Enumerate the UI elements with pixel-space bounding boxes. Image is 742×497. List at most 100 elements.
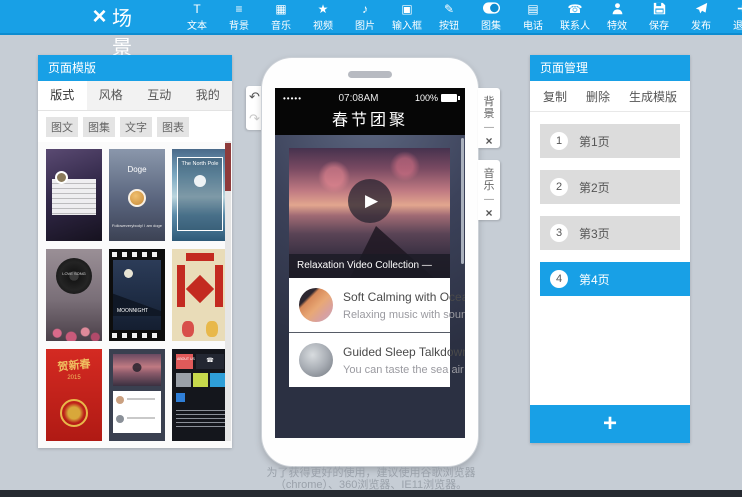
film-holes xyxy=(112,333,162,338)
tool-label: 背景 xyxy=(229,17,249,32)
page-item-3[interactable]: 3 第3页 xyxy=(540,216,680,250)
close-icon[interactable]: × xyxy=(485,135,492,147)
tool-image[interactable]: ♪ 图片 xyxy=(344,2,386,32)
template-cny-red[interactable]: 贺新春 2015 xyxy=(46,349,102,441)
grid-icon: ▦ xyxy=(275,2,286,16)
pages-panel-title: 页面管理 xyxy=(530,55,690,81)
layer-tab-music: 音乐 — × xyxy=(478,160,500,220)
tool-label: 电话 xyxy=(523,17,543,32)
templates-filters: 图文 图集 文字 图表 xyxy=(38,111,232,142)
template-grid: Doge Followeverybody! I am doge The Nort… xyxy=(38,142,232,447)
templates-tabs: 版式 风格 互动 我的 xyxy=(38,81,232,111)
tool-label: 输入框 xyxy=(392,17,422,32)
tool-label: 视频 xyxy=(313,17,333,32)
template-cny-couplets[interactable] xyxy=(172,249,228,341)
layer-tab-background: 背景 — × xyxy=(478,88,500,148)
minimize-icon[interactable]: — xyxy=(484,123,494,133)
music-note-icon: ♪ xyxy=(362,2,368,16)
tab-mine[interactable]: 我的 xyxy=(184,81,233,110)
thumb-card xyxy=(52,179,96,215)
page-label: 第2页 xyxy=(579,179,610,196)
template-profile-card[interactable] xyxy=(46,149,102,241)
filter-text[interactable]: 文字 xyxy=(120,117,152,137)
filter-image-text[interactable]: 图文 xyxy=(46,117,78,137)
status-time: 07:08AM xyxy=(302,93,415,104)
figure xyxy=(206,321,218,337)
template-north-pole[interactable]: The North Pole xyxy=(172,149,228,241)
tool-gallery[interactable]: 图集 xyxy=(470,2,512,32)
list-item[interactable]: Soft Calming with Ocean Relaxing music w… xyxy=(289,278,450,332)
page-item-4[interactable]: 4 第4页 xyxy=(540,262,690,296)
page-number-badge: 4 xyxy=(550,270,568,288)
tool-button[interactable]: ✎ 按钮 xyxy=(428,2,470,32)
layer-label[interactable]: 音乐 xyxy=(483,168,495,192)
tool-background[interactable]: ≡ 背景 xyxy=(218,2,260,32)
save-button[interactable]: 保存 xyxy=(638,2,680,32)
tab-style[interactable]: 风格 xyxy=(87,81,136,110)
tab-layout[interactable]: 版式 xyxy=(38,81,87,110)
tool-text[interactable]: T 文本 xyxy=(176,2,218,32)
tool-effects[interactable]: 特效 xyxy=(596,2,638,32)
thumb-avatar xyxy=(128,189,146,207)
page-title[interactable]: 春节团聚 xyxy=(275,108,465,135)
video-caption: Relaxation Video Collection — xyxy=(289,254,450,278)
thumb-title: MOONNIGHT xyxy=(117,308,148,314)
status-bar: ••••• 07:08AM 100% xyxy=(275,88,465,108)
play-button[interactable]: ▶ xyxy=(348,179,392,223)
battery-indicator: 100% xyxy=(415,93,457,103)
publish-button[interactable]: 发布 xyxy=(680,2,722,32)
film-holes xyxy=(112,252,162,257)
tile xyxy=(176,373,191,387)
video-block[interactable]: ▶ Relaxation Video Collection — xyxy=(289,148,450,278)
phone-tile-icon: ☎ xyxy=(196,354,224,369)
tool-label: 文本 xyxy=(187,17,207,32)
tab-interactive[interactable]: 互动 xyxy=(135,81,184,110)
pencil-icon: ✎ xyxy=(444,2,454,16)
close-icon[interactable]: × xyxy=(485,207,492,219)
thumb-title: Doge xyxy=(109,165,165,174)
text-icon: T xyxy=(193,2,200,16)
exit-button[interactable]: 退出 xyxy=(722,2,742,32)
copy-page-button[interactable]: 复制 xyxy=(543,88,567,105)
add-page-button[interactable]: + xyxy=(530,405,690,443)
tile xyxy=(210,373,225,387)
browser-advice: 为了获得更好的使用，建议使用谷歌浏览器 （chrome）、360浏览器、IE11… xyxy=(0,467,742,491)
template-smashing[interactable]: ABOUT US ☎ xyxy=(172,349,228,441)
templates-scrollbar-thumb[interactable] xyxy=(225,143,231,191)
tool-input-box[interactable]: ▣ 输入框 xyxy=(386,2,428,32)
diamond xyxy=(186,275,214,303)
minimize-icon[interactable]: — xyxy=(484,195,494,205)
tool-music[interactable]: ▦ 音乐 xyxy=(260,2,302,32)
tool-label: 特效 xyxy=(607,17,627,32)
page-label: 第4页 xyxy=(579,271,610,288)
tool-label: 图集 xyxy=(481,17,501,32)
thumb-caption: Followeverybody! I am doge xyxy=(109,223,165,228)
phone-handset-icon: ☎ xyxy=(568,2,583,16)
thumb-scene: MOONNIGHT xyxy=(113,260,161,330)
app-logo[interactable]: × 微场景 xyxy=(92,0,134,60)
filter-gallery[interactable]: 图集 xyxy=(83,117,115,137)
tool-video[interactable]: ★ 视频 xyxy=(302,2,344,32)
battery-percent: 100% xyxy=(415,93,438,103)
page-item-1[interactable]: 1 第1页 xyxy=(540,124,680,158)
make-template-button[interactable]: 生成模版 xyxy=(629,88,677,105)
undo-icon[interactable]: ↶ xyxy=(249,91,260,103)
tool-phone[interactable]: ▤ 电话 xyxy=(512,2,554,32)
template-video-collection[interactable] xyxy=(109,349,165,441)
content-scrollbar[interactable] xyxy=(461,138,464,264)
template-moonnight[interactable]: MOONNIGHT xyxy=(109,249,165,341)
thumb-line xyxy=(127,417,155,419)
page-item-2[interactable]: 2 第2页 xyxy=(540,170,680,204)
template-doge[interactable]: Doge Followeverybody! I am doge xyxy=(109,149,165,241)
thumb-title: 贺新春 xyxy=(46,354,102,376)
layer-label[interactable]: 背景 xyxy=(483,96,495,120)
tool-label: 保存 xyxy=(649,17,669,32)
tool-contacts[interactable]: ☎ 联系人 xyxy=(554,2,596,32)
stars-icon: ★ xyxy=(318,2,329,16)
delete-page-button[interactable]: 删除 xyxy=(586,88,610,105)
advice-line-1: 为了获得更好的使用，建议使用谷歌浏览器 xyxy=(0,467,742,479)
filter-chart[interactable]: 图表 xyxy=(157,117,189,137)
redo-icon[interactable]: ↷ xyxy=(249,113,260,125)
template-love-song[interactable]: LOVE SONG xyxy=(46,249,102,341)
list-item[interactable]: Guided Sleep Talkdown You can taste the … xyxy=(289,332,450,387)
